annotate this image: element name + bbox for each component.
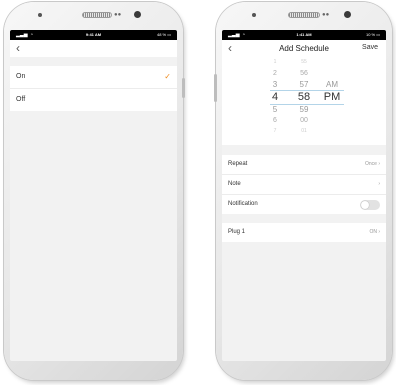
- status-time: 1:41 AM: [296, 32, 312, 37]
- ampm-wheel[interactable]: AM PM: [322, 79, 342, 104]
- option-on[interactable]: On ✓: [10, 66, 177, 88]
- battery-level: 10 %: [365, 32, 376, 37]
- picker-highlight-bottom: [270, 104, 344, 105]
- screen-left: ▂▃▅ ◔ 9:41 AM 48 % ▭ ‹ On ✓ Off: [10, 30, 177, 361]
- sensor-dots-icon: ●●: [322, 12, 330, 18]
- device-label: Plug 1: [228, 229, 246, 235]
- battery-icon: 10 % ▭: [365, 32, 380, 37]
- picker-value: 01: [301, 128, 307, 134]
- nav-bar: ‹ Add Schedule Save: [222, 40, 386, 57]
- proximity-sensor-icon: [38, 13, 42, 17]
- option-label: On: [16, 73, 26, 80]
- picker-value: 56: [300, 70, 308, 77]
- picker-value: 5: [272, 105, 278, 114]
- battery-level: 48 %: [156, 32, 167, 37]
- back-icon[interactable]: ‹: [16, 41, 20, 56]
- phone-bottom-bezel: [4, 361, 183, 380]
- option-list: On ✓ Off: [10, 66, 177, 111]
- picker-value: 6: [273, 117, 277, 124]
- picker-value: AM: [326, 80, 338, 89]
- volume-button: [214, 74, 217, 102]
- notification-label: Notification: [228, 201, 258, 207]
- check-icon: ✓: [164, 72, 171, 81]
- picker-value: 2: [273, 70, 277, 77]
- picker-highlight-top: [270, 90, 344, 91]
- time-picker[interactable]: 1 2 3 4 5 6 7 55 56 57 58 59 00 01 AM PM: [222, 57, 386, 145]
- repeat-row[interactable]: Repeat Once ›: [222, 155, 386, 174]
- picker-selected-hour: 4: [271, 91, 279, 103]
- earpiece-speaker-icon: [288, 12, 320, 18]
- picker-value: 55: [301, 59, 307, 65]
- device-row[interactable]: Plug 1 ON ›: [222, 223, 386, 242]
- toggle-knob: [361, 201, 369, 209]
- screen-right: ▂▃▅ ◔ 1:41 AM 10 % ▭ ‹ Add Schedule Save…: [222, 30, 386, 361]
- picker-selected-minute: 58: [297, 91, 311, 103]
- minute-wheel[interactable]: 55 56 57 58 59 00 01: [294, 57, 314, 137]
- front-camera-icon: [134, 11, 141, 18]
- hour-wheel[interactable]: 1 2 3 4 5 6 7: [268, 57, 282, 137]
- picker-value: 1: [273, 59, 277, 65]
- picker-selected-ampm: PM: [323, 91, 341, 103]
- proximity-sensor-icon: [252, 13, 256, 17]
- status-bar: ▂▃▅ ◔ 9:41 AM 48 % ▭: [10, 30, 177, 40]
- repeat-label: Repeat: [228, 161, 248, 167]
- option-label: Off: [16, 96, 26, 103]
- chevron-right-icon: ›: [378, 181, 380, 187]
- notification-toggle[interactable]: [360, 200, 380, 210]
- picker-value: 3: [272, 80, 278, 89]
- device-list: Plug 1 ON ›: [222, 223, 386, 242]
- repeat-value: Once ›: [364, 161, 380, 167]
- picker-value: 00: [300, 117, 308, 124]
- nav-bar: ‹: [10, 40, 177, 57]
- notification-row: Notification: [222, 194, 386, 214]
- sensor-dots-icon: ●●: [114, 12, 122, 18]
- phone-left: ●● ▂▃▅ ◔ 9:41 AM 48 % ▭ ‹ On ✓ Off: [4, 2, 185, 380]
- note-row[interactable]: Note ›: [222, 174, 386, 194]
- chevron-right-icon: ›: [378, 229, 380, 235]
- chevron-right-icon: ›: [378, 161, 380, 167]
- picker-value: 57: [299, 80, 309, 89]
- earpiece-speaker-icon: [82, 12, 112, 18]
- save-button[interactable]: Save: [362, 44, 378, 51]
- front-camera-icon: [344, 11, 351, 18]
- phone-top-bezel: ●●: [4, 2, 183, 30]
- option-off[interactable]: Off: [10, 88, 177, 111]
- schedule-settings: Repeat Once › Note › Notification: [222, 155, 386, 214]
- device-value: ON ›: [369, 229, 380, 235]
- power-button: [182, 78, 185, 98]
- phone-right: ●● ▂▃▅ ◔ 1:41 AM 10 % ▭ ‹ Add Schedule S…: [214, 2, 392, 380]
- status-time: 9:41 AM: [85, 32, 102, 37]
- picker-value: 59: [299, 105, 309, 114]
- phone-top-bezel: ●●: [216, 2, 392, 30]
- phone-bottom-bezel: [216, 361, 392, 380]
- picker-value: 7: [273, 128, 277, 134]
- status-bar: ▂▃▅ ◔ 1:41 AM 10 % ▭: [222, 30, 386, 40]
- note-label: Note: [228, 181, 241, 187]
- battery-icon: 48 % ▭: [156, 32, 171, 37]
